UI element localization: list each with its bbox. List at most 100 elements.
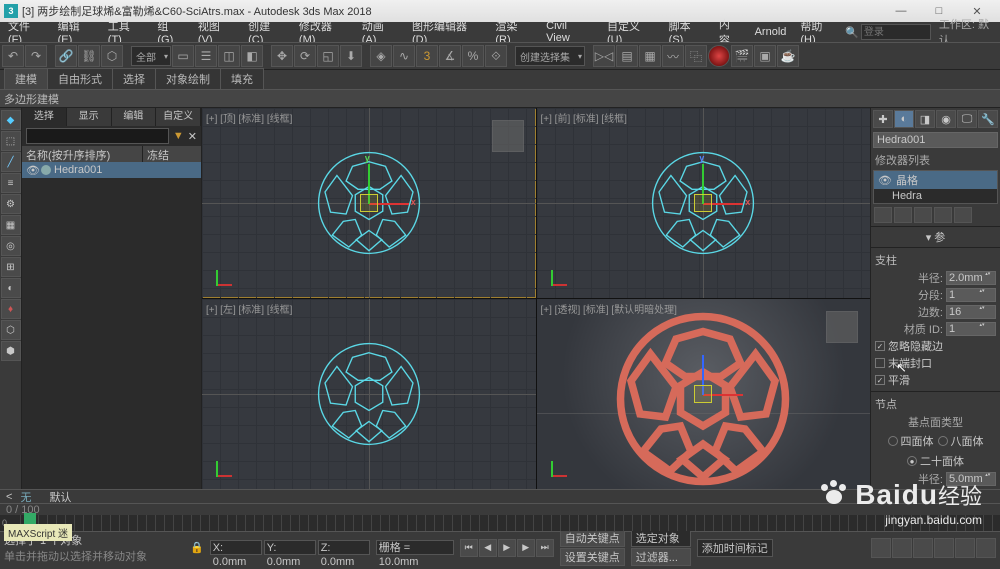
rail-icon[interactable]: ◐ [1,278,21,298]
smooth-checkbox[interactable]: ✓ [875,375,885,385]
render-button[interactable]: ☕ [777,45,799,67]
config-icon[interactable] [954,207,972,223]
render-setup-button[interactable]: 🎬 [731,45,753,67]
window-crossing-button[interactable]: ◧ [241,45,263,67]
stack-item-hedra[interactable]: Hedra [874,189,997,203]
mirror-button[interactable]: ▷◁ [593,45,615,67]
scene-tab-custom[interactable]: 自定义 [156,108,201,126]
rail-icon[interactable]: ♦ [1,299,21,319]
ref-coord-button[interactable]: ◈ [370,45,392,67]
angle-snap-button[interactable]: ∡ [439,45,461,67]
stack-item-lattice[interactable]: 👁晶格 [874,171,997,189]
scene-tab-select[interactable]: 选择 [22,108,67,126]
rail-icon[interactable]: ⬚ [1,131,21,151]
radius-spinner[interactable]: 2.0mm▴▾ [946,271,996,285]
create-tab-icon[interactable]: ✚ [873,110,893,128]
unique-icon[interactable] [914,207,932,223]
modifier-stack[interactable]: 👁晶格 Hedra [873,170,998,204]
hierarchy-tab-icon[interactable]: ◨ [915,110,935,128]
maxscript-listener[interactable]: MAXScript 迷 [4,524,72,541]
scene-search-input[interactable] [26,128,169,144]
material-editor-button[interactable] [708,45,730,67]
selection-filter[interactable]: 全部 [131,46,171,66]
tab-modeling[interactable]: 建模 [4,68,48,89]
radio-octa[interactable]: 八面体 [938,433,984,449]
joint-radius-spinner[interactable]: 5.0mm▴▾ [946,472,996,486]
redo-button[interactable]: ↷ [25,45,47,67]
tab-freeform[interactable]: 自由形式 [47,68,113,89]
undo-button[interactable]: ↶ [2,45,24,67]
prev-frame-button[interactable]: ◀ [479,539,497,557]
rail-icon[interactable]: ◎ [1,236,21,256]
viewport-label[interactable]: [+] [顶] [标准] [线框] [206,110,292,125]
select-region-button[interactable]: ◫ [218,45,240,67]
tab-populate[interactable]: 填充 [220,68,264,89]
nav-zoomall-icon[interactable] [892,538,912,558]
endcaps-checkbox[interactable] [875,358,885,368]
tab-selection[interactable]: 选择 [112,68,156,89]
goto-start-button[interactable]: ⏮ [460,539,478,557]
segments-spinner[interactable]: 1▴▾ [946,288,996,302]
col-freeze[interactable]: 冻结 [142,146,201,162]
snap3-icon[interactable]: 3 [416,45,438,67]
goto-end-button[interactable]: ⏭ [536,539,554,557]
coord-z[interactable]: Z: 0.0mm [318,540,370,555]
rotate-button[interactable]: ⟳ [294,45,316,67]
sides-spinner[interactable]: 16▴▾ [946,305,996,319]
rail-icon[interactable]: ⊞ [1,257,21,277]
next-frame-button[interactable]: ▶ [517,539,535,557]
remove-mod-icon[interactable] [934,207,952,223]
modify-tab-icon[interactable]: ◐ [894,110,914,128]
schematic-button[interactable]: ⿻ [685,45,707,67]
object-hedra[interactable] [314,339,424,449]
coord-y[interactable]: Y: 0.0mm [264,540,316,555]
rail-icon[interactable]: ≡ [1,173,21,193]
scene-item-hedra[interactable]: 👁 Hedra001 [22,162,201,178]
modifier-list-label[interactable]: 修改器列表 [871,150,1000,170]
key-filter-combo[interactable]: 选定对象 [631,529,691,547]
col-name[interactable]: 名称(按升序排序) [22,146,142,162]
pin-stack-icon[interactable] [874,207,892,223]
move-button[interactable]: ✥ [271,45,293,67]
key-filters-button[interactable]: 过滤器... [631,548,691,566]
scene-tab-edit[interactable]: 编辑 [112,108,157,126]
nav-orbit-icon[interactable] [955,538,975,558]
funnel-icon[interactable]: ▼ [173,130,184,142]
link-button[interactable]: 🔗 [55,45,77,67]
matid-spinner[interactable]: 1▴▾ [946,322,996,336]
layers-button[interactable]: ▦ [639,45,661,67]
align-button[interactable]: ▤ [616,45,638,67]
nav-maxtoggle-icon[interactable] [976,538,996,558]
scale-button[interactable]: ◱ [317,45,339,67]
curve-editor-button[interactable]: 〰 [662,45,684,67]
render-frame-button[interactable]: ▣ [754,45,776,67]
nav-fov-icon[interactable] [913,538,933,558]
play-button[interactable]: ▶ [498,539,516,557]
rail-icon[interactable]: ⚙ [1,194,21,214]
menu-arnold[interactable]: Arnold [749,24,793,40]
rollout-header[interactable]: ▾ 参 [926,232,946,244]
rail-icon[interactable]: ⬡ [1,320,21,340]
lock-icon[interactable]: 🔒 [190,541,204,554]
rail-icon[interactable]: ⬢ [1,341,21,361]
place-button[interactable]: ⬇ [340,45,362,67]
radio-icosa[interactable]: ●二十面体 [907,453,964,469]
time-tag-combo[interactable]: 添加时间标记 [697,539,773,557]
ignore-hidden-checkbox[interactable]: ✓ [875,341,885,351]
viewport-label[interactable]: [+] [前] [标准] [线框] [541,110,627,125]
viewport-label[interactable]: [+] [透视] [标准] [默认明暗处理] [541,301,677,316]
spinner-snap-button[interactable]: ⟐ [485,45,507,67]
viewport-label[interactable]: [+] [左] [标准] [线框] [206,301,292,316]
viewcube[interactable] [492,120,524,152]
viewport-top[interactable]: [+] [顶] [标准] [线框] xy [202,108,536,298]
rail-icon[interactable]: ◆ [1,110,21,130]
viewport-perspective[interactable]: [+] [透视] [标准] [默认明暗处理] [537,299,871,489]
bind-button[interactable]: ⬡ [101,45,123,67]
viewport-front[interactable]: [+] [前] [标准] [线框] xy [537,108,871,298]
display-tab-icon[interactable]: 🖵 [957,110,977,128]
select-button[interactable]: ▭ [172,45,194,67]
radio-tetra[interactable]: 四面体 [888,433,934,449]
timeline[interactable]: 0 [0,515,1000,531]
show-end-icon[interactable] [894,207,912,223]
rail-icon[interactable]: ╱ [1,152,21,172]
